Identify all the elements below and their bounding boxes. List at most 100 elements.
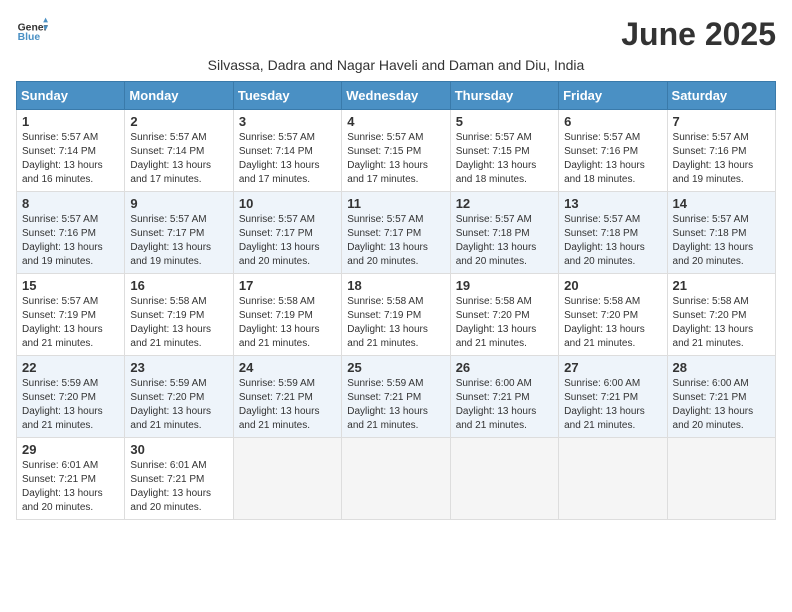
day-info: Sunrise: 6:00 AM Sunset: 7:21 PM Dayligh…	[673, 377, 770, 433]
day-number: 23	[130, 360, 227, 375]
day-number: 12	[456, 196, 553, 211]
calendar-header-sunday: Sunday	[17, 82, 125, 110]
calendar-cell: 9 Sunrise: 5:57 AM Sunset: 7:17 PM Daylig…	[125, 192, 233, 274]
calendar-header-monday: Monday	[125, 82, 233, 110]
day-info: Sunrise: 6:00 AM Sunset: 7:21 PM Dayligh…	[564, 377, 661, 433]
day-number: 29	[22, 442, 119, 457]
calendar-cell	[342, 438, 450, 520]
day-number: 4	[347, 114, 444, 129]
day-number: 27	[564, 360, 661, 375]
day-info: Sunrise: 5:57 AM Sunset: 7:18 PM Dayligh…	[673, 213, 770, 269]
day-info: Sunrise: 5:57 AM Sunset: 7:14 PM Dayligh…	[22, 131, 119, 187]
calendar-cell: 6 Sunrise: 5:57 AM Sunset: 7:16 PM Daylig…	[559, 110, 667, 192]
day-number: 6	[564, 114, 661, 129]
day-info: Sunrise: 5:57 AM Sunset: 7:14 PM Dayligh…	[239, 131, 336, 187]
calendar-cell: 17 Sunrise: 5:58 AM Sunset: 7:19 PM Dayli…	[233, 274, 341, 356]
day-number: 10	[239, 196, 336, 211]
calendar-cell: 5 Sunrise: 5:57 AM Sunset: 7:15 PM Daylig…	[450, 110, 558, 192]
calendar-cell: 16 Sunrise: 5:58 AM Sunset: 7:19 PM Dayli…	[125, 274, 233, 356]
day-info: Sunrise: 5:57 AM Sunset: 7:17 PM Dayligh…	[239, 213, 336, 269]
calendar-cell: 3 Sunrise: 5:57 AM Sunset: 7:14 PM Daylig…	[233, 110, 341, 192]
calendar-cell: 1 Sunrise: 5:57 AM Sunset: 7:14 PM Daylig…	[17, 110, 125, 192]
calendar-cell: 20 Sunrise: 5:58 AM Sunset: 7:20 PM Dayli…	[559, 274, 667, 356]
calendar-cell: 11 Sunrise: 5:57 AM Sunset: 7:17 PM Dayli…	[342, 192, 450, 274]
day-info: Sunrise: 5:57 AM Sunset: 7:18 PM Dayligh…	[456, 213, 553, 269]
day-info: Sunrise: 5:58 AM Sunset: 7:19 PM Dayligh…	[239, 295, 336, 351]
day-info: Sunrise: 5:57 AM Sunset: 7:16 PM Dayligh…	[564, 131, 661, 187]
logo: General Blue	[16, 16, 48, 48]
calendar-cell: 23 Sunrise: 5:59 AM Sunset: 7:20 PM Dayli…	[125, 356, 233, 438]
calendar-cell: 24 Sunrise: 5:59 AM Sunset: 7:21 PM Dayli…	[233, 356, 341, 438]
calendar-header-saturday: Saturday	[667, 82, 775, 110]
calendar-cell: 13 Sunrise: 5:57 AM Sunset: 7:18 PM Dayli…	[559, 192, 667, 274]
calendar-cell: 30 Sunrise: 6:01 AM Sunset: 7:21 PM Dayli…	[125, 438, 233, 520]
logo-icon: General Blue	[16, 16, 48, 48]
calendar-cell: 26 Sunrise: 6:00 AM Sunset: 7:21 PM Dayli…	[450, 356, 558, 438]
day-info: Sunrise: 5:59 AM Sunset: 7:21 PM Dayligh…	[239, 377, 336, 433]
calendar-cell: 18 Sunrise: 5:58 AM Sunset: 7:19 PM Dayli…	[342, 274, 450, 356]
day-info: Sunrise: 5:57 AM Sunset: 7:16 PM Dayligh…	[673, 131, 770, 187]
day-number: 3	[239, 114, 336, 129]
day-info: Sunrise: 5:58 AM Sunset: 7:19 PM Dayligh…	[130, 295, 227, 351]
day-number: 18	[347, 278, 444, 293]
day-info: Sunrise: 5:59 AM Sunset: 7:21 PM Dayligh…	[347, 377, 444, 433]
calendar-cell: 4 Sunrise: 5:57 AM Sunset: 7:15 PM Daylig…	[342, 110, 450, 192]
day-number: 15	[22, 278, 119, 293]
day-info: Sunrise: 5:57 AM Sunset: 7:18 PM Dayligh…	[564, 213, 661, 269]
day-info: Sunrise: 6:00 AM Sunset: 7:21 PM Dayligh…	[456, 377, 553, 433]
calendar-cell: 8 Sunrise: 5:57 AM Sunset: 7:16 PM Daylig…	[17, 192, 125, 274]
calendar-cell: 2 Sunrise: 5:57 AM Sunset: 7:14 PM Daylig…	[125, 110, 233, 192]
calendar-cell	[559, 438, 667, 520]
calendar-cell: 19 Sunrise: 5:58 AM Sunset: 7:20 PM Dayli…	[450, 274, 558, 356]
day-info: Sunrise: 5:57 AM Sunset: 7:17 PM Dayligh…	[130, 213, 227, 269]
day-number: 2	[130, 114, 227, 129]
calendar-header-friday: Friday	[559, 82, 667, 110]
day-number: 28	[673, 360, 770, 375]
day-number: 24	[239, 360, 336, 375]
calendar-header-wednesday: Wednesday	[342, 82, 450, 110]
day-info: Sunrise: 5:59 AM Sunset: 7:20 PM Dayligh…	[130, 377, 227, 433]
day-info: Sunrise: 6:01 AM Sunset: 7:21 PM Dayligh…	[130, 459, 227, 515]
calendar-cell	[667, 438, 775, 520]
day-info: Sunrise: 5:58 AM Sunset: 7:20 PM Dayligh…	[673, 295, 770, 351]
day-number: 16	[130, 278, 227, 293]
day-number: 11	[347, 196, 444, 211]
day-info: Sunrise: 5:58 AM Sunset: 7:20 PM Dayligh…	[456, 295, 553, 351]
calendar-cell: 21Sunrise: 5:58 AM Sunset: 7:20 PM Dayli…	[667, 274, 775, 356]
day-info: Sunrise: 6:01 AM Sunset: 7:21 PM Dayligh…	[22, 459, 119, 515]
calendar-cell: 28 Sunrise: 6:00 AM Sunset: 7:21 PM Dayli…	[667, 356, 775, 438]
day-info: Sunrise: 5:57 AM Sunset: 7:15 PM Dayligh…	[456, 131, 553, 187]
day-info: Sunrise: 5:57 AM Sunset: 7:16 PM Dayligh…	[22, 213, 119, 269]
day-number: 26	[456, 360, 553, 375]
calendar-cell: 29 Sunrise: 6:01 AM Sunset: 7:21 PM Dayli…	[17, 438, 125, 520]
day-number: 30	[130, 442, 227, 457]
day-number: 19	[456, 278, 553, 293]
day-number: 20	[564, 278, 661, 293]
day-number: 9	[130, 196, 227, 211]
day-info: Sunrise: 5:57 AM Sunset: 7:14 PM Dayligh…	[130, 131, 227, 187]
calendar-cell: 10 Sunrise: 5:57 AM Sunset: 7:17 PM Dayli…	[233, 192, 341, 274]
calendar-cell	[450, 438, 558, 520]
calendar-cell: 14 Sunrise: 5:57 AM Sunset: 7:18 PM Dayli…	[667, 192, 775, 274]
calendar-cell: 25Sunrise: 5:59 AM Sunset: 7:21 PM Dayli…	[342, 356, 450, 438]
day-info: Sunrise: 5:58 AM Sunset: 7:19 PM Dayligh…	[347, 295, 444, 351]
calendar-cell: 27 Sunrise: 6:00 AM Sunset: 7:21 PM Dayli…	[559, 356, 667, 438]
day-number: 17	[239, 278, 336, 293]
svg-text:Blue: Blue	[18, 32, 41, 43]
day-number: 8	[22, 196, 119, 211]
calendar-header-thursday: Thursday	[450, 82, 558, 110]
day-info: Sunrise: 5:59 AM Sunset: 7:20 PM Dayligh…	[22, 377, 119, 433]
day-number: 14	[673, 196, 770, 211]
day-info: Sunrise: 5:57 AM Sunset: 7:17 PM Dayligh…	[347, 213, 444, 269]
day-number: 13	[564, 196, 661, 211]
day-number: 1	[22, 114, 119, 129]
day-info: Sunrise: 5:57 AM Sunset: 7:19 PM Dayligh…	[22, 295, 119, 351]
day-number: 5	[456, 114, 553, 129]
day-info: Sunrise: 5:58 AM Sunset: 7:20 PM Dayligh…	[564, 295, 661, 351]
calendar-subtitle: Silvassa, Dadra and Nagar Haveli and Dam…	[16, 57, 776, 73]
day-info: Sunrise: 5:57 AM Sunset: 7:15 PM Dayligh…	[347, 131, 444, 187]
calendar-cell	[233, 438, 341, 520]
calendar-header-tuesday: Tuesday	[233, 82, 341, 110]
calendar-table: SundayMondayTuesdayWednesdayThursdayFrid…	[16, 81, 776, 520]
day-number: 7	[673, 114, 770, 129]
